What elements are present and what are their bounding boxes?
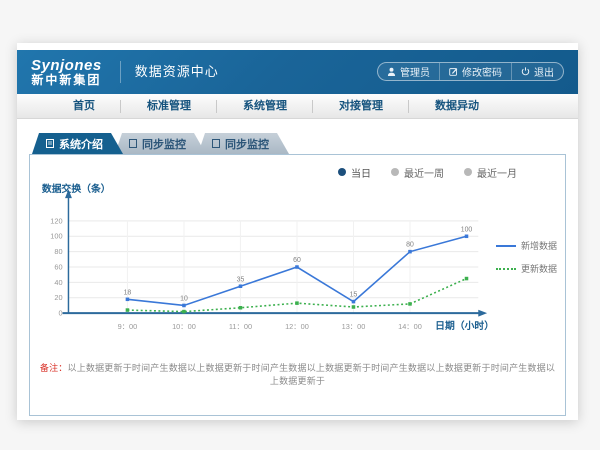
svg-text:60: 60 xyxy=(293,257,301,264)
filter-last-month[interactable]: 最近一月 xyxy=(464,165,517,179)
svg-text:10: 10 xyxy=(180,296,188,303)
tab-sync-monitor-2[interactable]: 同步监控 xyxy=(198,133,289,154)
nav-item-integration[interactable]: 对接管理 xyxy=(313,94,409,119)
footnote-text: 以上数据更新于时间产生数据以上数据更新于时间产生数据以上数据更新于时间产生数据以… xyxy=(68,363,556,386)
logo-english: Synjones xyxy=(31,58,102,74)
svg-text:18: 18 xyxy=(124,289,132,296)
svg-text:日期（小时）: 日期（小时） xyxy=(435,319,494,332)
nav-item-system[interactable]: 系统管理 xyxy=(217,94,313,119)
svg-text:13：00: 13：00 xyxy=(342,322,366,331)
svg-text:10：00: 10：00 xyxy=(172,322,196,331)
svg-text:35: 35 xyxy=(237,276,245,283)
logout-button[interactable]: 退出 xyxy=(511,63,563,80)
user-menu-admin[interactable]: 管理员 xyxy=(378,63,439,80)
chart-area: 0 20 40 60 80 100 120 9：00 10：00 11：00 12：00 13：00 1… xyxy=(38,181,557,347)
change-password-label: 修改密码 xyxy=(462,64,502,79)
legend-label: 新增数据 xyxy=(521,239,557,252)
nav-item-data-change[interactable]: 数据异动 xyxy=(409,94,505,119)
svg-text:0: 0 xyxy=(58,309,62,318)
filter-today-label: 当日 xyxy=(351,165,371,180)
legend-label: 更新数据 xyxy=(521,262,557,275)
svg-text:80: 80 xyxy=(406,242,414,249)
content-area: 系统介绍 同步监控 同步监控 当日 xyxy=(17,119,578,416)
filter-last-month-label: 最近一月 xyxy=(477,165,517,180)
radio-dot xyxy=(464,168,472,176)
svg-text:12：00: 12：00 xyxy=(285,322,309,331)
nav-item-standards[interactable]: 标准管理 xyxy=(121,94,217,119)
filter-last-week-label: 最近一周 xyxy=(404,165,444,180)
svg-text:60: 60 xyxy=(54,262,62,271)
svg-text:14：00: 14：00 xyxy=(398,322,422,331)
document-icon xyxy=(46,139,54,148)
svg-text:100: 100 xyxy=(461,226,473,233)
document-icon xyxy=(212,139,220,148)
chart-panel: 当日 最近一周 最近一月 0 20 40 60 80 100 120 9：00 10：00 11：… xyxy=(29,154,566,416)
nav-item-home[interactable]: 首页 xyxy=(47,94,121,119)
user-icon xyxy=(387,67,396,76)
change-password-button[interactable]: 修改密码 xyxy=(439,63,511,80)
footnote-prefix: 备注： xyxy=(40,363,68,373)
filter-today[interactable]: 当日 xyxy=(338,165,371,179)
tab-sync-monitor-1[interactable]: 同步监控 xyxy=(115,133,206,154)
edit-icon xyxy=(449,67,458,76)
footnote: 备注：以上数据更新于时间产生数据以上数据更新于时间产生数据以上数据更新于时间产生… xyxy=(38,361,557,387)
legend-new-data[interactable]: 新增数据 xyxy=(496,239,557,252)
svg-text:120: 120 xyxy=(50,216,62,225)
svg-text:15: 15 xyxy=(350,292,358,299)
app-window: Synjones 新中新集团 数据资源中心 管理员 修改密码 xyxy=(17,43,578,420)
legend-line-sample xyxy=(496,245,516,247)
radio-dot xyxy=(338,168,346,176)
tab-system-intro[interactable]: 系统介绍 xyxy=(32,133,123,154)
filter-last-week[interactable]: 最近一周 xyxy=(391,165,444,179)
line-chart: 0 20 40 60 80 100 120 9：00 10：00 11：00 12：00 13：00 1… xyxy=(38,181,496,347)
svg-text:100: 100 xyxy=(50,232,62,241)
time-range-filter: 当日 最近一周 最近一月 xyxy=(38,165,557,179)
tab-label: 同步监控 xyxy=(142,136,186,152)
svg-text:40: 40 xyxy=(54,278,62,287)
legend-line-sample xyxy=(496,268,516,270)
chart-legend: 新增数据 更新数据 xyxy=(496,239,557,347)
tab-label: 同步监控 xyxy=(225,136,269,152)
document-icon xyxy=(129,139,137,148)
svg-text:20: 20 xyxy=(54,293,62,302)
logout-label: 退出 xyxy=(534,64,554,79)
company-logo: Synjones 新中新集团 xyxy=(29,56,108,88)
svg-text:80: 80 xyxy=(54,247,62,256)
svg-text:9：00: 9：00 xyxy=(118,322,138,331)
tab-label: 系统介绍 xyxy=(59,136,103,152)
page-title: 数据资源中心 xyxy=(120,61,219,83)
main-nav: 首页 标准管理 系统管理 对接管理 数据异动 xyxy=(17,94,578,119)
svg-text:数据交换（条）: 数据交换（条） xyxy=(42,182,111,195)
app-header: Synjones 新中新集团 数据资源中心 管理员 修改密码 xyxy=(17,50,578,94)
legend-updated-data[interactable]: 更新数据 xyxy=(496,262,557,275)
radio-dot xyxy=(391,168,399,176)
tab-bar: 系统介绍 同步监控 同步监控 xyxy=(32,133,566,154)
user-menu-admin-label: 管理员 xyxy=(400,64,430,79)
user-menu: 管理员 修改密码 退出 xyxy=(377,62,564,81)
logo-chinese: 新中新集团 xyxy=(31,74,102,87)
svg-text:11：00: 11：00 xyxy=(229,322,252,331)
power-icon xyxy=(521,67,530,76)
